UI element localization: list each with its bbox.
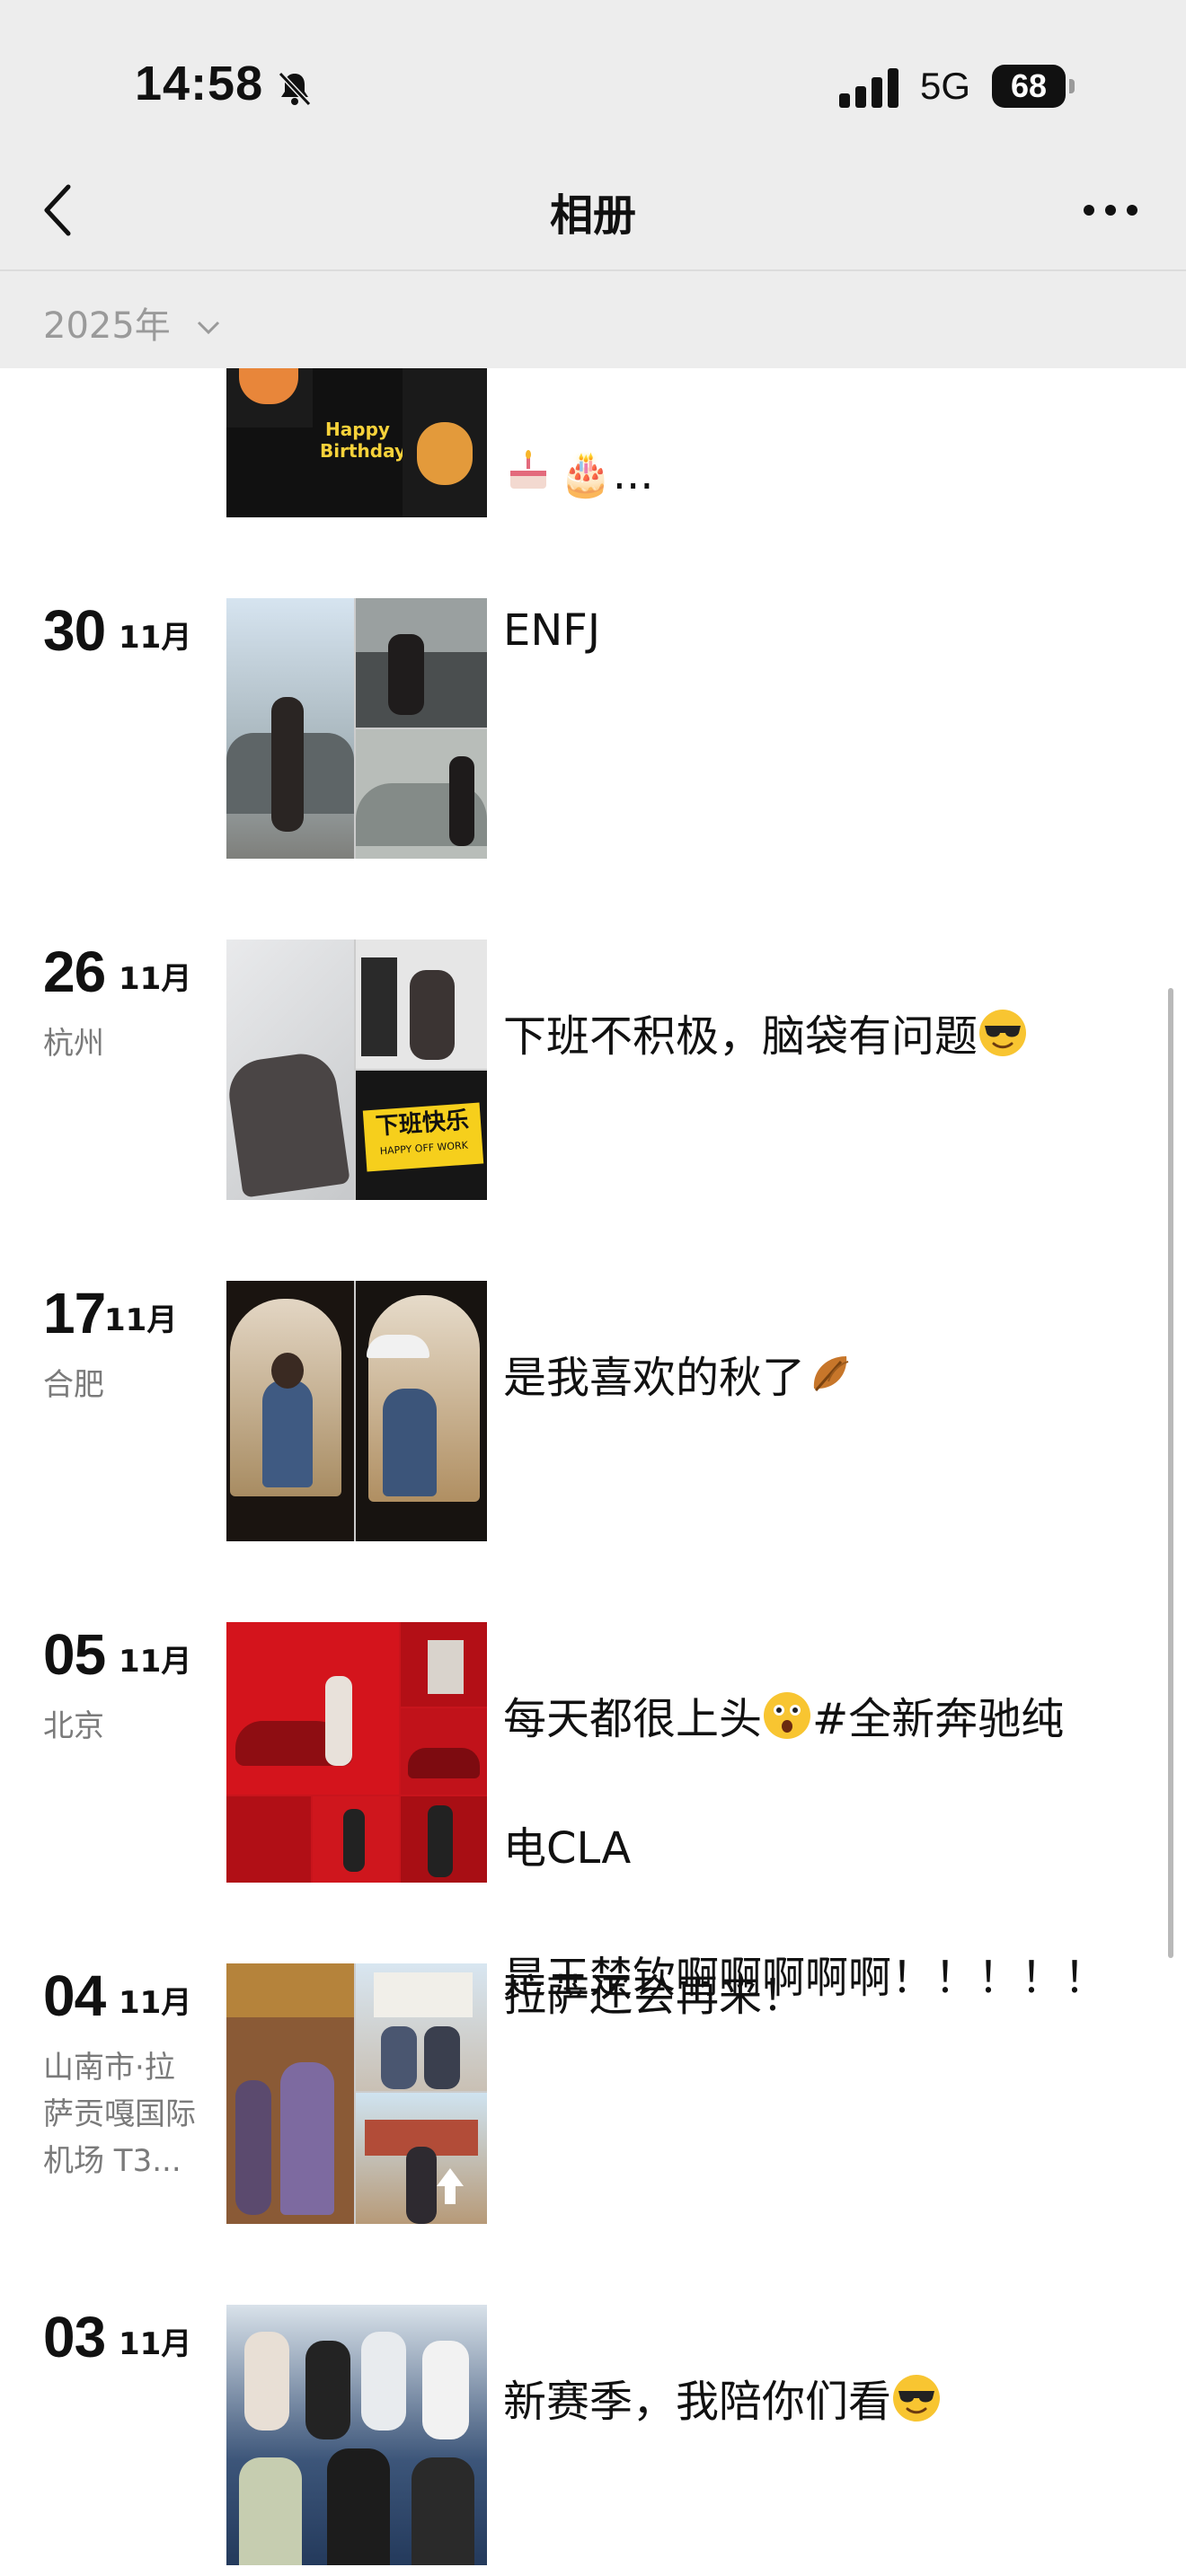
network-label: 5G xyxy=(920,65,971,107)
location-line: 萨贡嘎国际 xyxy=(43,2096,196,2132)
year-filter-label: 2025年 xyxy=(43,305,171,347)
caption-text: 新赛季，我陪你们看 xyxy=(503,2377,892,2427)
battery-indicator: 68 xyxy=(992,65,1066,108)
photo-tile xyxy=(401,1796,487,1883)
post-month: 11月 xyxy=(119,620,192,656)
page-title: 相册 xyxy=(549,190,636,241)
thumb-lhasa[interactable] xyxy=(226,1963,487,2224)
caption-text: 🎂... xyxy=(559,449,654,499)
scrollbar[interactable] xyxy=(1168,988,1173,1958)
nav-divider xyxy=(0,269,1186,271)
year-filter[interactable]: 2025年 xyxy=(43,296,222,348)
location-line: 机场 T3... xyxy=(43,2143,181,2179)
post-day: 04 xyxy=(43,1963,106,2028)
person-figure xyxy=(422,2341,469,2439)
person-figure xyxy=(327,2448,390,2565)
photo-tile: 下班快乐 HAPPY OFF WORK xyxy=(356,1071,487,1200)
photo-tile xyxy=(356,598,487,728)
thumb-autumn[interactable] xyxy=(226,1281,487,1541)
post-day: 03 xyxy=(43,2305,106,2369)
post-month: 11月 xyxy=(104,1302,178,1338)
chevron-down-icon xyxy=(197,321,219,335)
post-caption: 下班不积极，脑袋有问题 xyxy=(503,940,1132,1069)
post-month: 11月 xyxy=(119,2326,192,2362)
photo-tile xyxy=(226,1796,311,1883)
thumb-red-car[interactable] xyxy=(226,1622,487,1883)
post-day: 17 xyxy=(43,1281,106,1345)
photo-tile xyxy=(356,2093,487,2224)
photo-tile xyxy=(226,940,354,1200)
fallen-leaf-emoji-icon xyxy=(813,1356,849,1391)
photo-tile xyxy=(401,1622,487,1707)
person-figure xyxy=(361,2332,406,2430)
post-caption: ENFJ xyxy=(503,605,600,656)
feed-item[interactable]: 30 11月 ENFJ xyxy=(0,598,1186,868)
more-icon[interactable] xyxy=(1082,203,1139,217)
feed-item[interactable]: 03 11月 新赛季，我陪你们看 xyxy=(0,2305,1186,2574)
caption-hashtag-cont[interactable]: 电CLA xyxy=(503,1823,631,1874)
post-caption: 新赛季，我陪你们看 xyxy=(503,2305,1132,2434)
battery-cap xyxy=(1069,79,1075,93)
signal-icon xyxy=(839,68,898,108)
caption-hashtag[interactable]: #全新奔驰纯 xyxy=(812,1694,1064,1744)
thumb-new-season[interactable] xyxy=(226,2305,487,2565)
location-line: 山南市·拉 xyxy=(43,2050,175,2086)
post-month: 11月 xyxy=(119,961,192,997)
post-location: 山南市·拉 萨贡嘎国际 机场 T3... xyxy=(43,2044,210,2184)
photo-tile xyxy=(226,1281,354,1541)
post-day: 05 xyxy=(43,1622,106,1687)
post-caption: 拉萨还会再来！ xyxy=(503,1971,806,2021)
person-figure xyxy=(412,2457,474,2565)
thumb-car-photos[interactable] xyxy=(226,598,487,859)
person-figure xyxy=(305,2341,350,2439)
post-month: 11月 xyxy=(119,1644,192,1680)
caption-text: 是我喜欢的秋了 xyxy=(503,1353,806,1403)
photo-tile xyxy=(226,598,354,859)
post-caption: 是我喜欢的秋了 xyxy=(503,1281,1132,1410)
photo-tile xyxy=(356,940,487,1069)
sunglasses-emoji-icon xyxy=(893,2375,941,2422)
birthday-sign: Happy Birthday xyxy=(320,419,406,462)
post-month: 11月 xyxy=(119,1985,192,2021)
feed-item[interactable]: 05 11月 北京 每天都很上头 #全新奔驰纯 电CLA 是王楚钦啊啊啊啊啊！！… xyxy=(0,1622,1186,2003)
post-location: 合肥 xyxy=(43,1367,104,1403)
post-location: 杭州 xyxy=(43,1026,104,1062)
thumb-off-work[interactable]: 下班快乐 HAPPY OFF WORK xyxy=(226,940,487,1200)
post-day: 30 xyxy=(43,598,106,663)
feed-item[interactable]: 17 11月 合肥 是我喜欢的秋了 xyxy=(0,1281,1186,1550)
top-bar: 14:58 5G 68 相册 2025年 xyxy=(0,0,1186,368)
feed-item[interactable]: 04 11月 山南市·拉 萨贡嘎国际 机场 T3... 拉萨还会再来！ xyxy=(0,1963,1186,2233)
bell-muted-icon xyxy=(278,71,312,107)
photo-tile xyxy=(356,1963,487,2091)
post-location: 北京 xyxy=(43,1708,104,1744)
astonished-face-emoji-icon xyxy=(764,1692,811,1739)
photo-tile xyxy=(356,1281,487,1541)
photo-tile xyxy=(401,1708,487,1795)
caption-text: 每天都很上头 xyxy=(503,1694,763,1744)
person-figure xyxy=(239,2457,302,2565)
photo-tile xyxy=(313,1796,399,1883)
photo-tile xyxy=(226,1622,399,1795)
feed-item[interactable]: 26 11月 杭州 下班快乐 HAPPY OFF WORK 下班不积极，脑袋有问… xyxy=(0,940,1186,1209)
status-time: 14:58 xyxy=(135,57,264,110)
cake-emoji-icon xyxy=(510,450,546,489)
caption-text: 下班不积极，脑袋有问题 xyxy=(503,1011,978,1062)
photo-tile xyxy=(356,729,487,859)
person-figure xyxy=(244,2332,289,2430)
photo-tile xyxy=(226,1963,354,2224)
post-day: 26 xyxy=(43,940,106,1004)
post-caption: 🎂... xyxy=(503,377,1132,507)
post-caption: 每天都很上头 #全新奔驰纯 电CLA 是王楚钦啊啊啊啊啊！！！！！ xyxy=(503,1622,1132,2010)
sunglasses-emoji-icon xyxy=(979,1010,1027,1056)
